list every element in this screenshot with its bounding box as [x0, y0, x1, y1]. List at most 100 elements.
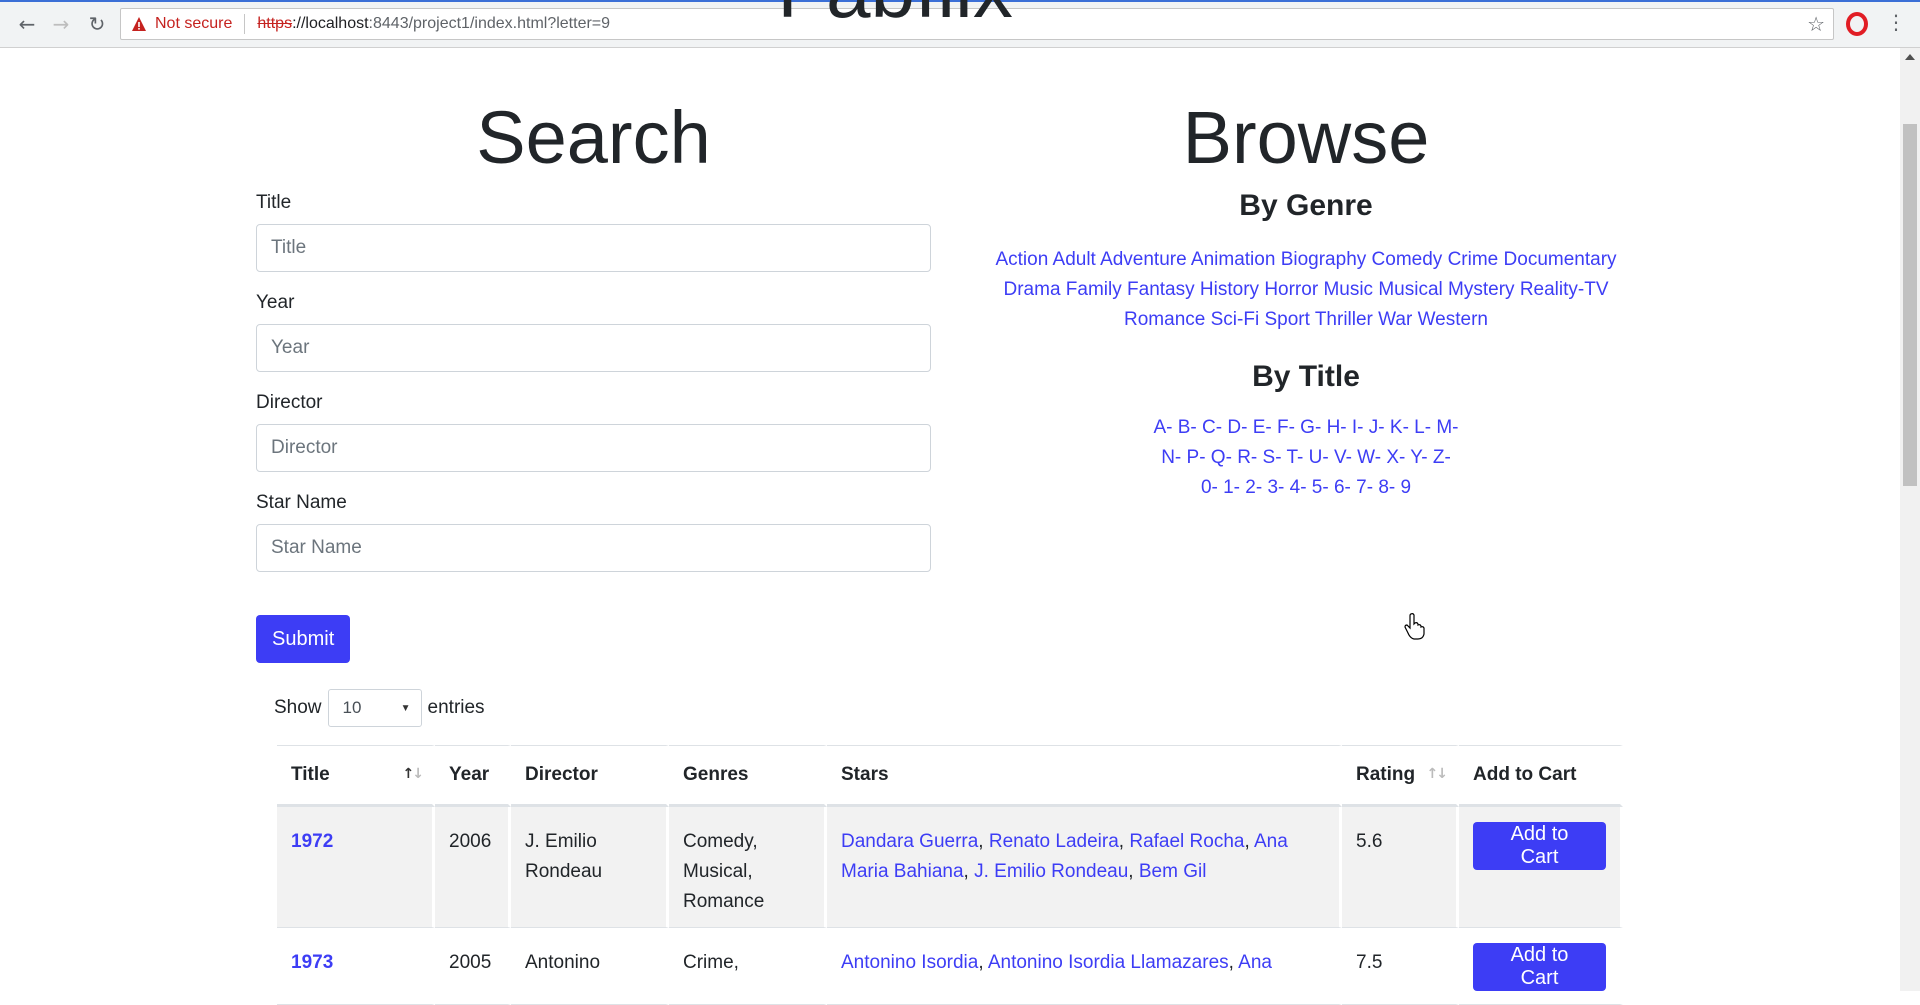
warning-icon[interactable] — [131, 16, 147, 32]
movie-title-link[interactable]: 1972 — [291, 831, 333, 852]
letter-links-row-2[interactable]: N- P- Q- R- S- T- U- V- W- X- Y- Z- — [1161, 447, 1451, 468]
star-link[interactable]: Ana — [1238, 952, 1272, 973]
star-name-label: Star Name — [256, 492, 347, 513]
movie-table: Title ↑↓ Year Director Genres Stars Ratin… — [277, 745, 1623, 1005]
bookmark-star-icon[interactable]: ☆ — [1807, 12, 1825, 36]
genre-link[interactable]: Musical — [1378, 279, 1442, 300]
movie-stars: Dandara Guerra, Renato Ladeira, Rafael R… — [827, 807, 1342, 928]
genre-link[interactable]: Music — [1323, 279, 1373, 300]
movie-year: 2005 — [435, 928, 511, 1005]
director-label: Director — [256, 392, 323, 413]
scrollbar-thumb[interactable] — [1903, 124, 1917, 486]
search-heading: Search — [476, 96, 711, 179]
add-to-cart-button[interactable]: Add to Cart — [1473, 822, 1606, 870]
movie-rating: 5.6 — [1342, 807, 1459, 928]
by-title-heading: By Title — [1252, 360, 1360, 393]
genre-link[interactable]: Romance — [1124, 309, 1205, 330]
scroll-up-icon[interactable] — [1905, 54, 1915, 60]
star-link[interactable]: Rafael Rocha — [1129, 831, 1244, 852]
genre-link[interactable]: Drama — [1004, 279, 1061, 300]
url-text[interactable]: https://localhost:8443/project1/index.ht… — [257, 15, 610, 33]
caret-down-icon: ▼ — [400, 702, 411, 714]
genre-link[interactable]: Thriller — [1315, 309, 1373, 330]
title-label: Title — [256, 192, 292, 213]
star-link[interactable]: J. Emilio Rondeau — [974, 861, 1128, 882]
year-label: Year — [256, 292, 295, 313]
show-label: Show — [274, 697, 322, 718]
genre-link[interactable]: Action — [995, 249, 1048, 270]
star-link[interactable]: Renato Ladeira — [989, 831, 1119, 852]
header-add-to-cart: Add to Cart — [1459, 745, 1623, 807]
genre-link[interactable]: Biography — [1281, 249, 1367, 270]
add-to-cart-button[interactable]: Add to Cart — [1473, 943, 1606, 991]
star-link[interactable]: Dandara Guerra — [841, 831, 978, 852]
kebab-menu-icon[interactable]: ⋮ — [1886, 10, 1906, 34]
header-year: Year — [435, 745, 511, 807]
genre-link[interactable]: Crime — [1448, 249, 1499, 270]
show-entries-control: Show 10 ▼ entries — [274, 689, 485, 727]
year-input[interactable] — [256, 324, 931, 372]
genre-link[interactable]: Adult — [1053, 249, 1096, 270]
browse-section: Browse By Genre Action Adult Adventure A… — [966, 96, 1646, 503]
genre-link[interactable]: Reality-TV — [1520, 279, 1609, 300]
url-path: :8443/project1/index.html?letter=9 — [368, 15, 611, 32]
table-row: 1973 2005 Antonino Crime, Antonino Isord… — [277, 928, 1623, 1005]
header-rating[interactable]: Rating ↑↓ — [1342, 745, 1459, 807]
not-secure-label[interactable]: Not secure — [155, 15, 232, 33]
header-title[interactable]: Title ↑↓ — [277, 745, 435, 807]
movie-stars: Antonino Isordia, Antonino Isordia Llama… — [827, 928, 1342, 1005]
director-input[interactable] — [256, 424, 931, 472]
site-brand: Fabflix — [740, 0, 1050, 62]
genre-link[interactable]: War — [1378, 309, 1412, 330]
genre-link[interactable]: Adventure — [1100, 249, 1187, 270]
hand-cursor-icon — [1404, 613, 1425, 640]
genre-link[interactable]: Animation — [1191, 249, 1276, 270]
genre-link[interactable]: Horror — [1264, 279, 1318, 300]
letter-links-row-1[interactable]: A- B- C- D- E- F- G- H- I- J- K- L- M- — [1153, 417, 1458, 438]
movie-title-link[interactable]: 1973 — [291, 952, 333, 973]
opera-extension-icon[interactable] — [1846, 12, 1868, 36]
genre-link[interactable]: Family — [1066, 279, 1122, 300]
star-link[interactable]: Antonino Isordia — [841, 952, 978, 973]
movie-genres: Crime, — [669, 928, 827, 1005]
genre-link[interactable]: Fantasy — [1127, 279, 1195, 300]
reload-icon[interactable]: ↻ — [82, 10, 112, 38]
search-section: Search Title Year Director Star Name — [256, 96, 931, 592]
title-input[interactable] — [256, 224, 931, 272]
table-row: 1972 2006 J. Emilio Rondeau Comedy, Musica… — [277, 807, 1623, 928]
page-scrollbar[interactable] — [1900, 48, 1920, 991]
forward-icon[interactable]: → — [46, 10, 76, 38]
movie-year: 2006 — [435, 807, 511, 928]
back-icon[interactable]: ← — [12, 10, 42, 38]
genre-link[interactable]: Sport — [1264, 309, 1309, 330]
entries-select-value: 10 — [342, 698, 362, 717]
star-link[interactable]: Antonino Isordia Llamazares — [988, 952, 1229, 973]
genre-link[interactable]: Mystery — [1448, 279, 1515, 300]
genre-link[interactable]: Documentary — [1504, 249, 1617, 270]
genre-link[interactable]: Sci-Fi — [1211, 309, 1260, 330]
letter-links-row-3[interactable]: 0- 1- 2- 3- 4- 5- 6- 7- 8- 9 — [1201, 477, 1411, 498]
genre-link[interactable]: Comedy — [1372, 249, 1443, 270]
entries-select[interactable]: 10 ▼ — [327, 689, 422, 727]
movie-genres: Comedy, Musical, Romance — [669, 807, 827, 928]
star-link[interactable]: Bem Gil — [1139, 861, 1207, 882]
url-scheme: https — [257, 15, 293, 32]
sort-icon: ↑↓ — [1426, 766, 1449, 782]
entries-label: entries — [427, 697, 485, 718]
omnibox-divider — [244, 14, 246, 34]
submit-button[interactable]: Submit — [256, 615, 350, 663]
header-genres: Genres — [669, 745, 827, 807]
table-header-row: Title ↑↓ Year Director Genres Stars Ratin… — [277, 745, 1623, 807]
movie-director: Antonino — [511, 928, 669, 1005]
sort-asc-icon: ↑↓ — [402, 766, 424, 782]
browse-heading: Browse — [1182, 96, 1430, 179]
by-genre-heading: By Genre — [1239, 189, 1373, 222]
star-name-input[interactable] — [256, 524, 931, 572]
header-stars: Stars — [827, 745, 1342, 807]
genre-link[interactable]: Western — [1418, 309, 1488, 330]
url-host: ://localhost — [292, 15, 369, 32]
letter-links: A- B- C- D- E- F- G- H- I- J- K- L- M- N… — [1141, 413, 1471, 503]
header-director: Director — [511, 745, 669, 807]
movie-rating: 7.5 — [1342, 928, 1459, 1005]
genre-link[interactable]: History — [1200, 279, 1259, 300]
